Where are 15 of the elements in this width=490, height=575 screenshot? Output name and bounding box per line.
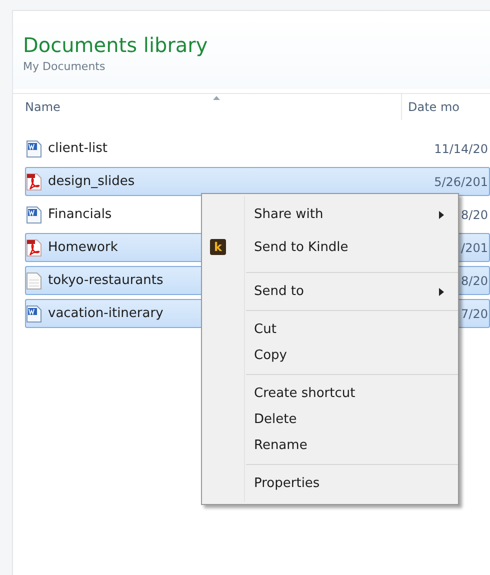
app-icon: k [210,239,226,255]
file-name: Financials [48,207,112,222]
file-date: 7/20 [461,306,488,320]
file-date: /201 [461,240,488,254]
library-subtitle: My Documents [23,60,106,73]
file-date: 11/14/20 [434,142,488,156]
file-name: design_slides [48,174,135,189]
file-name: vacation-itinerary [48,306,164,321]
library-title: Documents library [23,33,209,57]
file-date: 8/20 [461,274,488,288]
file-name: client-list [48,141,108,156]
file-date: 5/26/201 [434,174,488,188]
file-name: Homework [48,240,118,255]
file-name: tokyo-restaurants [48,273,164,288]
file-date: 8/20 [461,208,488,222]
